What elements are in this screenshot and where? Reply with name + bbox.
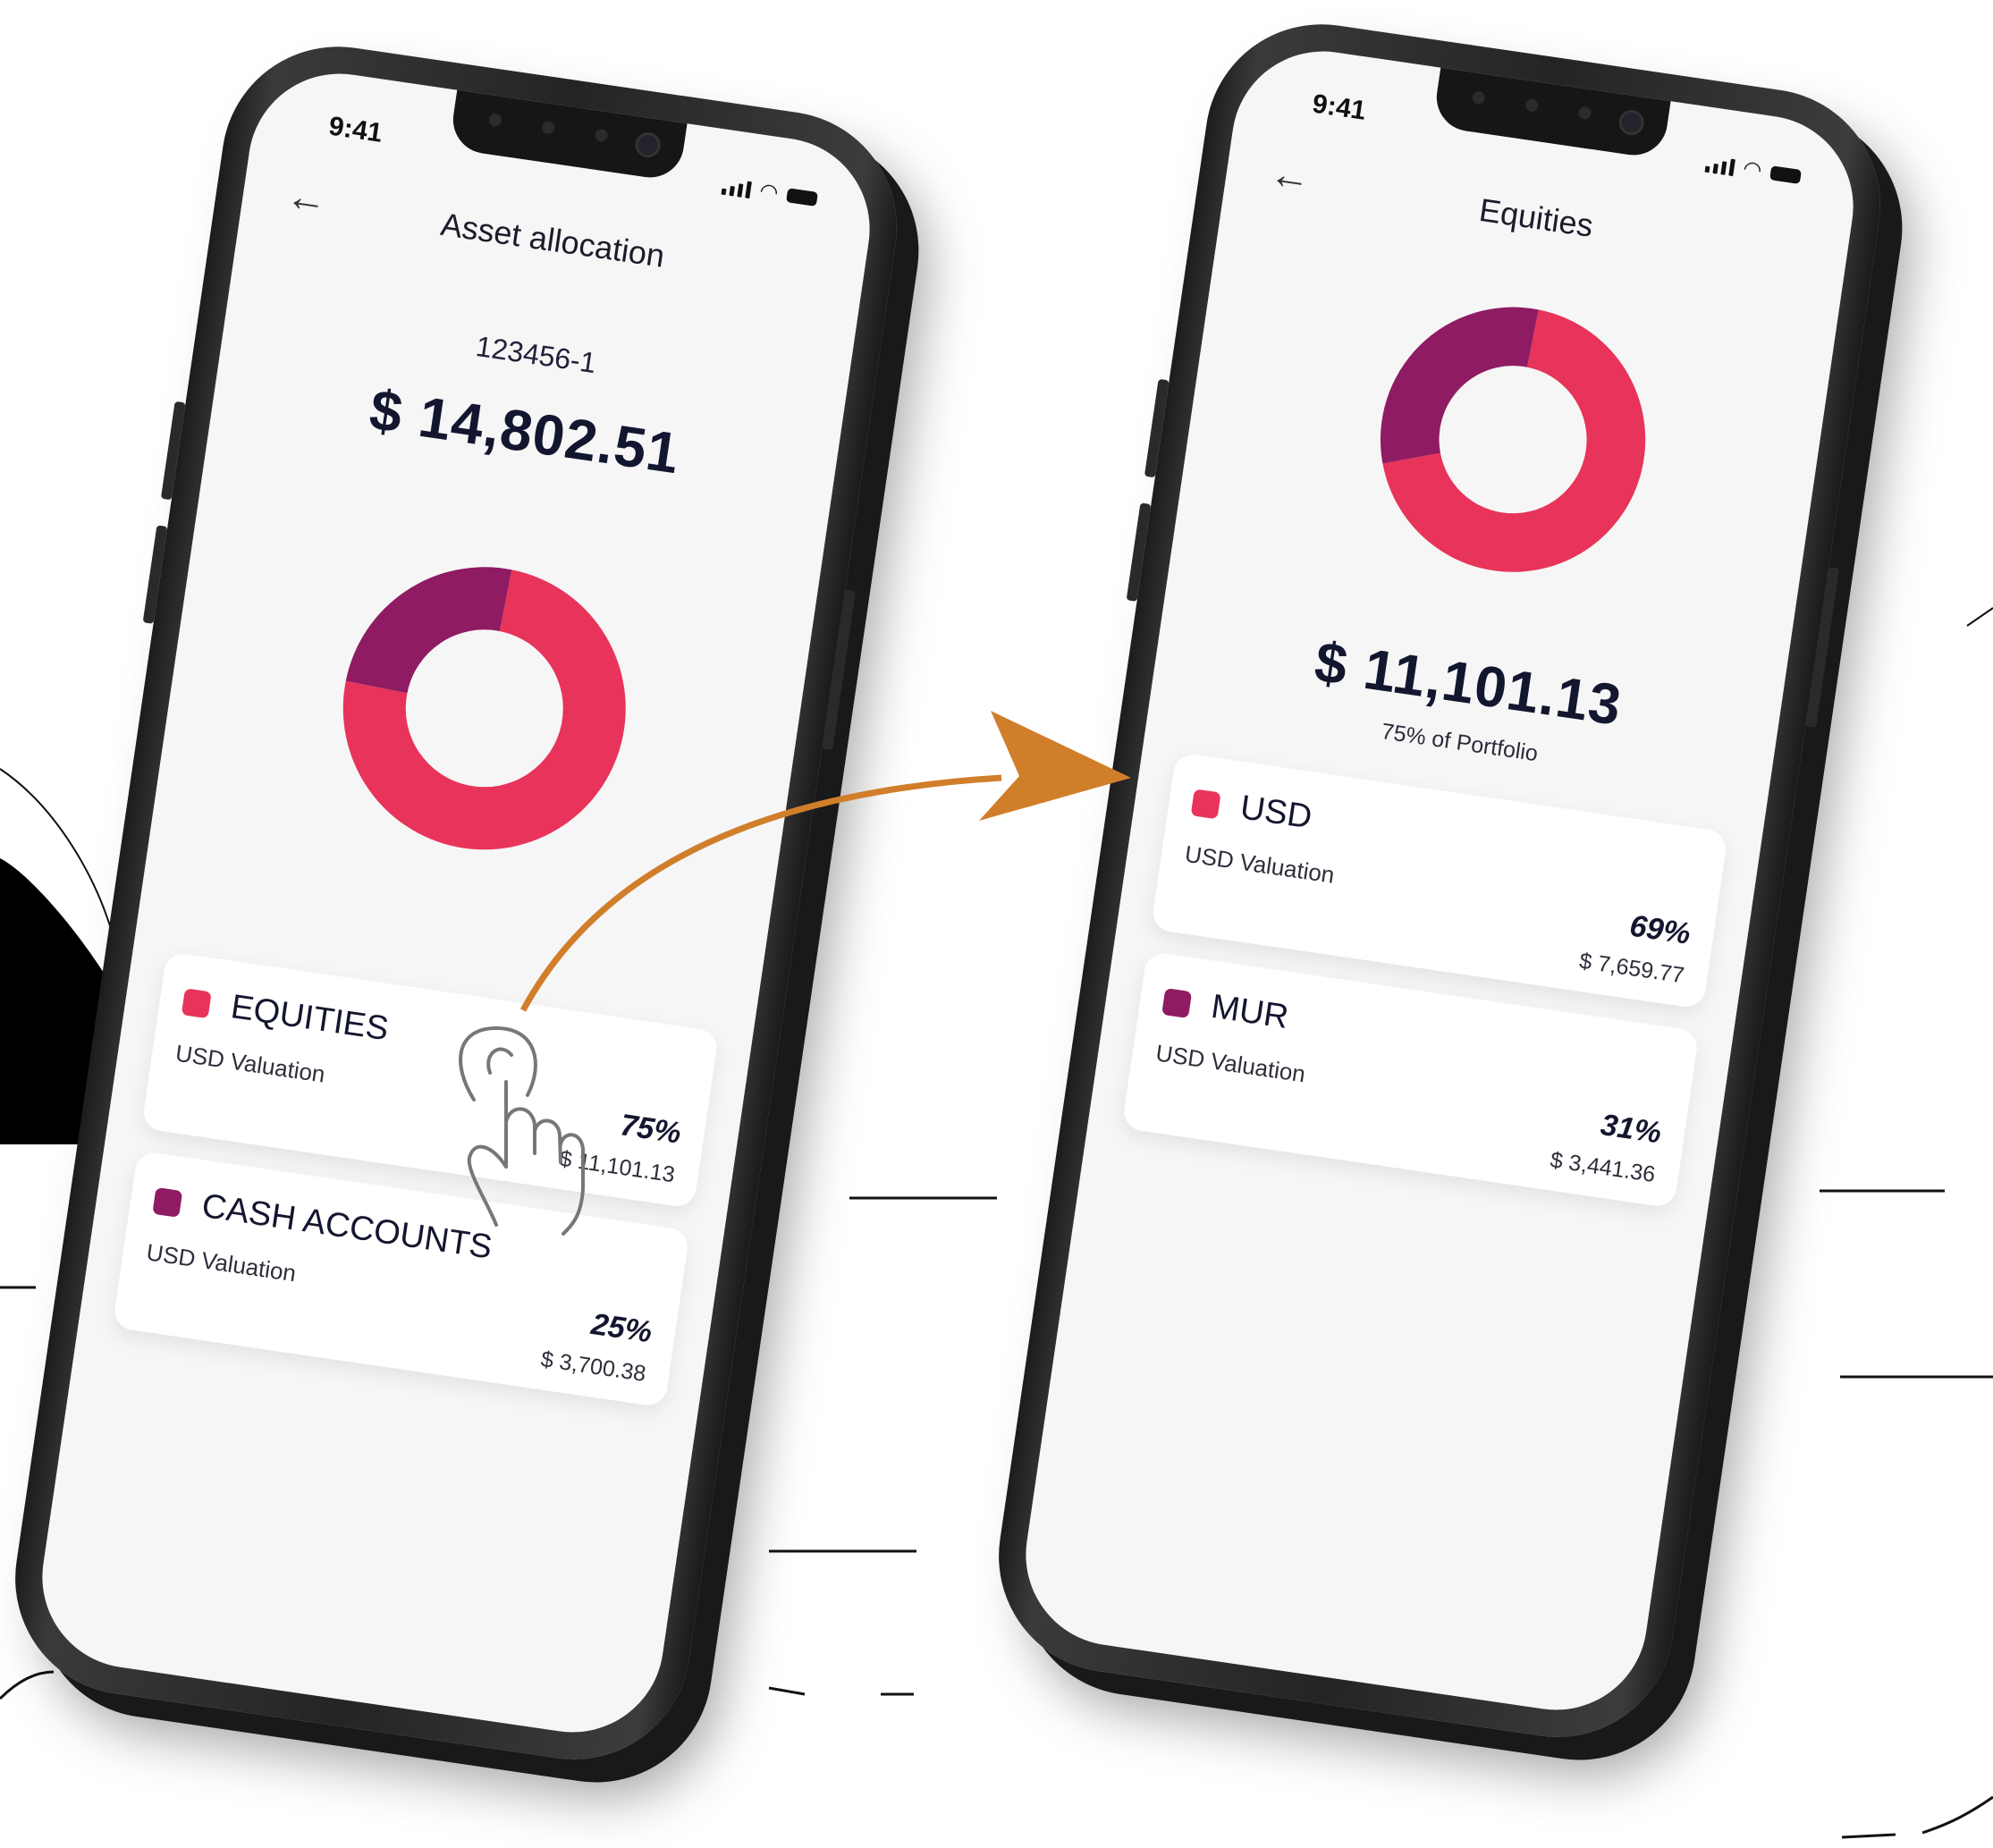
legend-swatch — [1190, 789, 1221, 820]
donut-slice-mur[interactable] — [1376, 290, 1539, 483]
camera-icon — [633, 131, 663, 159]
signal-icon — [721, 177, 753, 199]
currency-percent: 31% — [1598, 1108, 1664, 1151]
valuation-label: USD Valuation — [144, 1238, 299, 1287]
legend-swatch — [181, 988, 212, 1019]
notch — [448, 88, 688, 182]
asset-percent: 75% — [618, 1108, 684, 1151]
battery-icon — [786, 188, 818, 207]
motion-line — [768, 1686, 806, 1696]
motion-line — [1966, 607, 1993, 627]
camera-icon — [1617, 108, 1646, 137]
currency-name: MUR — [1208, 987, 1291, 1036]
wifi-icon: ◠ — [1741, 156, 1764, 183]
status-icons: ◠ — [721, 174, 819, 211]
currency-percent: 69% — [1627, 908, 1693, 951]
valuation-label: USD Valuation — [1153, 1039, 1307, 1088]
background-outline — [0, 1670, 55, 1700]
status-time: 9:41 — [1310, 89, 1368, 126]
currency-name: USD — [1237, 789, 1314, 837]
currency-amount: $ 3,441.36 — [1549, 1147, 1658, 1188]
background-outline — [1841, 1795, 1993, 1839]
currency-amount: $ 7,659.77 — [1577, 948, 1686, 989]
asset-amount: $ 11,101.13 — [557, 1145, 677, 1188]
wifi-icon: ◠ — [757, 178, 781, 206]
status-time: 9:41 — [326, 111, 384, 148]
equities-donut-chart[interactable] — [1361, 288, 1665, 592]
valuation-label: USD Valuation — [173, 1039, 327, 1088]
donut-slice-cash-accounts[interactable] — [345, 548, 512, 705]
notch — [1431, 65, 1671, 160]
signal-icon — [1704, 155, 1736, 177]
legend-swatch — [1161, 988, 1193, 1019]
asset-amount: $ 3,700.38 — [539, 1346, 648, 1387]
allocation-donut-chart[interactable] — [322, 546, 646, 871]
status-icons: ◠ — [1704, 152, 1803, 189]
valuation-label: USD Valuation — [1183, 840, 1337, 889]
battery-icon — [1769, 165, 1802, 184]
asset-name: EQUITIES — [228, 988, 392, 1049]
legend-swatch — [152, 1186, 183, 1218]
asset-percent: 25% — [588, 1307, 654, 1350]
